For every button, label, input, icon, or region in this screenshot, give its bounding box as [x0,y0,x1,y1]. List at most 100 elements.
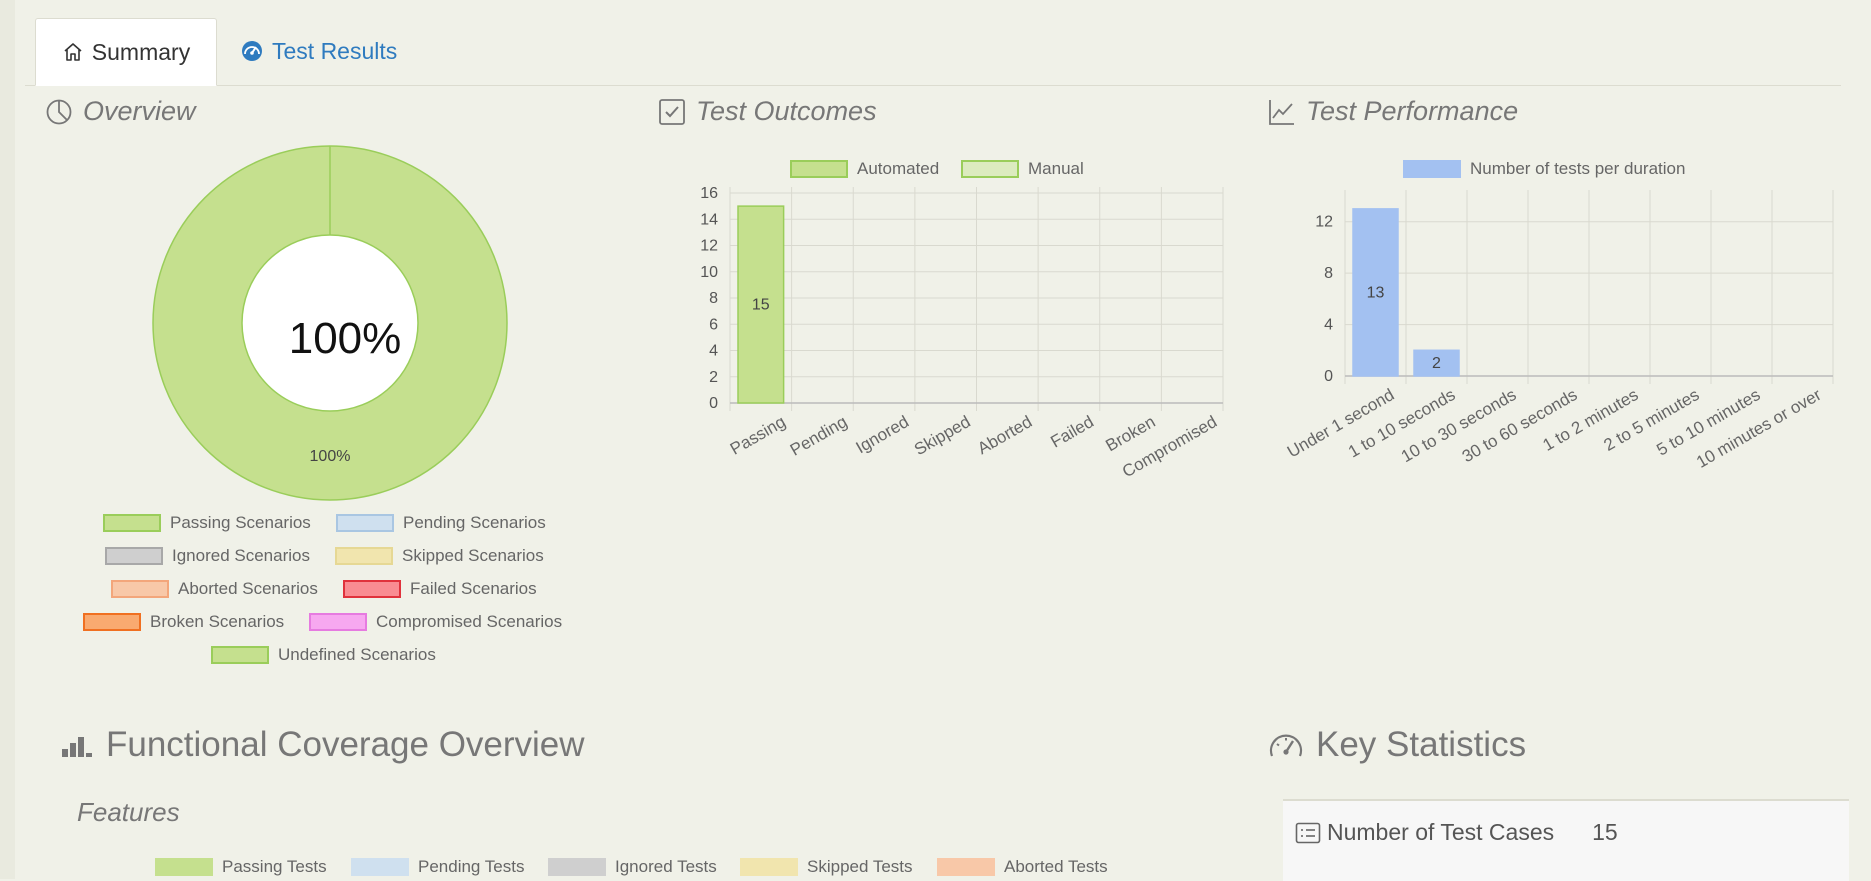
overview-donut-chart: 100% 100% [152,145,508,501]
legend-item-pending-scenarios[interactable]: Pending Scenarios [336,513,546,533]
legend-item-compromised-scenarios[interactable]: Compromised Scenarios [309,612,562,632]
legend-swatch [211,646,269,664]
legend-swatch [83,613,141,631]
y-tick-label: 8 [1324,265,1333,282]
legend-item-ignored-tests[interactable]: Ignored Tests [548,857,717,877]
donut-slice-label: 100% [310,448,351,465]
legend-label: Ignored Tests [615,857,717,876]
bar-data-label: 2 [1432,355,1441,372]
left-gutter [0,0,15,879]
legend-item-skipped-tests[interactable]: Skipped Tests [740,857,913,877]
legend-swatch [336,514,394,532]
x-tick-label: Under 1 second [1284,385,1397,461]
legend-label: Automated [857,159,940,178]
legend-label: Aborted Scenarios [178,579,318,598]
legend-swatch [105,547,163,565]
legend-swatch [309,613,367,631]
legend-label: Failed Scenarios [410,579,537,598]
x-tick-label: Passing [727,412,789,459]
bar-chart-icon [62,737,92,757]
overview-title: Overview [45,96,196,127]
legend-item-passing-scenarios[interactable]: Passing Scenarios [103,513,311,533]
legend-label: Broken Scenarios [150,612,285,631]
y-tick-label: 0 [1324,368,1333,385]
legend-swatch [351,858,409,876]
y-tick-label: 0 [709,395,718,412]
dashboard-icon [242,41,262,61]
legend-item-skipped-scenarios[interactable]: Skipped Scenarios [335,546,544,566]
bar-data-label: 13 [1367,284,1385,301]
y-tick-label: 12 [700,238,718,255]
tab-test-results[interactable]: Test Results [240,18,397,84]
features-heading: Features [77,797,180,827]
legend-swatch [335,547,393,565]
y-tick-label: 16 [700,185,718,202]
y-tick-label: 6 [709,316,718,333]
y-tick-label: 8 [709,290,718,307]
report-page: Summary Test Results Overview 100% 100% T… [15,0,1871,881]
legend-swatch [548,858,606,876]
legend-item-aborted-scenarios[interactable]: Aborted Scenarios [111,579,318,599]
legend-item-aborted-tests[interactable]: Aborted Tests [937,857,1108,877]
tab-test-results-label: Test Results [272,37,398,64]
legend-swatch [790,160,848,178]
coverage-title: Functional Coverage Overview [60,725,585,765]
legend-item-tests-per-duration[interactable]: Number of tests per duration [1403,159,1685,179]
legend-item-passing-tests[interactable]: Passing Tests [155,857,327,877]
y-tick-label: 4 [1324,317,1333,334]
speedometer-icon [1269,734,1303,757]
checkbox-icon [659,98,685,125]
legend-item-ignored-scenarios[interactable]: Ignored Scenarios [105,546,310,566]
legend-swatch [343,580,401,598]
x-tick-label: Aborted [974,412,1035,458]
stats-title: Key Statistics [1268,725,1526,765]
legend-label: Passing Tests [222,857,327,876]
y-tick-label: 12 [1315,214,1333,231]
legend-swatch [1403,160,1461,178]
legend-label: Manual [1028,159,1084,178]
legend-label: Undefined Scenarios [278,645,436,664]
legend-swatch [961,160,1019,178]
legend-label: Aborted Tests [1004,857,1108,876]
y-tick-label: 10 [700,264,718,281]
outcomes-title: Test Outcomes [658,96,877,127]
legend-label: Skipped Scenarios [402,546,544,565]
x-tick-label: Skipped [911,412,974,459]
performance-bar-chart: 04812132Under 1 second1 to 10 seconds10 … [1284,190,1834,472]
legend-item-manual[interactable]: Manual [961,159,1084,179]
legend-label: Passing Scenarios [170,513,311,532]
stats-label: Number of Test Cases [1327,819,1555,845]
legend-swatch [155,858,213,876]
stats-value: 15 [1592,819,1618,845]
legend-swatch [111,580,169,598]
legend-label: Compromised Scenarios [376,612,563,631]
list-icon [1295,822,1321,843]
legend-swatch [740,858,798,876]
legend-label: Pending Scenarios [403,513,546,532]
y-tick-label: 14 [700,211,718,228]
legend-label: Number of tests per duration [1470,159,1686,178]
tab-bar: Summary Test Results [25,18,1841,86]
legend-item-automated[interactable]: Automated [790,159,939,179]
legend-item-broken-scenarios[interactable]: Broken Scenarios [83,612,284,632]
legend-item-undefined-scenarios[interactable]: Undefined Scenarios [211,645,436,665]
x-tick-label: Failed [1047,412,1097,452]
y-tick-label: 4 [709,343,718,360]
tab-summary[interactable]: Summary [35,18,217,86]
home-icon [64,43,82,61]
stats-table: Number of Test Cases 15 [1283,799,1849,881]
legend-item-pending-tests[interactable]: Pending Tests [351,857,524,877]
legend-label: Pending Tests [418,857,525,876]
pie-chart-icon [46,99,72,124]
tab-summary-label: Summary [91,38,191,65]
legend-label: Ignored Scenarios [172,546,310,565]
stats-row-test-cases: Number of Test Cases 15 [1295,819,1618,846]
legend-swatch [103,514,161,532]
legend-item-failed-scenarios[interactable]: Failed Scenarios [343,579,537,599]
legend-swatch [937,858,995,876]
legend-label: Skipped Tests [807,857,913,876]
x-tick-label: Ignored [853,412,912,457]
donut-center-label: 100% [289,314,402,363]
performance-title: Test Performance [1268,96,1518,127]
outcomes-bar-chart: 0 2 4 6 8 10 12 14 16 15 PassingPending IgnoredSkip… [700,185,1224,481]
